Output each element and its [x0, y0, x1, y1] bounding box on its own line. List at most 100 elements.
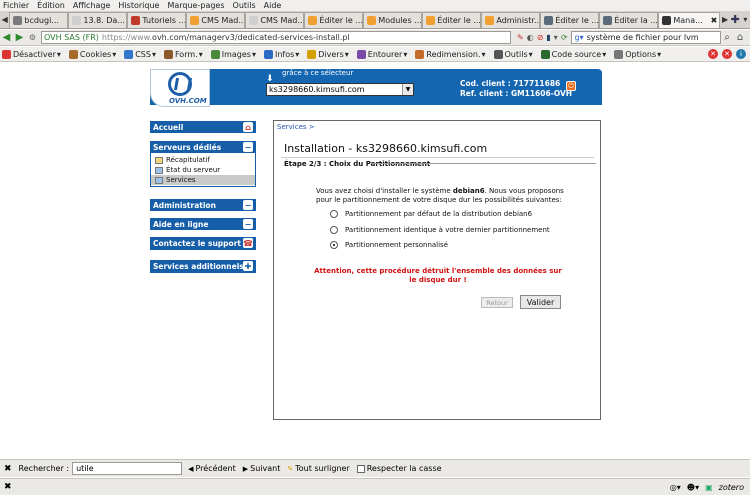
logout-icon[interactable]: ⏻: [566, 81, 576, 91]
sidebar-administration[interactable]: Administration −: [150, 199, 256, 211]
back-icon[interactable]: ◀: [0, 31, 13, 44]
sidebar-item-services[interactable]: Services: [151, 175, 255, 185]
tab-0[interactable]: bcdugi...: [9, 11, 69, 28]
reload-dropdown-icon[interactable]: ▾: [554, 33, 558, 42]
menu-affichage[interactable]: Affichage: [73, 1, 111, 10]
sidebar-item-label: Récapitulatif: [166, 156, 210, 164]
sidebar-aide-en-ligne[interactable]: Aide en ligne −: [150, 218, 256, 230]
retour-button[interactable]: Retour: [481, 297, 513, 308]
tab-4[interactable]: CMS Mad...: [245, 11, 305, 28]
option-identical[interactable]: Partitionnement identique à votre dernie…: [330, 226, 550, 234]
toolbar-info-icon[interactable]: i: [736, 49, 746, 59]
toolbar-item-9[interactable]: Outils ▾: [493, 49, 533, 59]
match-case-checkbox[interactable]: Respecter la casse: [356, 464, 442, 473]
menu-fichier[interactable]: Fichier: [3, 1, 29, 10]
warning-icon[interactable]: ✕: [722, 49, 732, 59]
forward-icon[interactable]: ▶: [13, 31, 26, 44]
find-next-button[interactable]: ▶ Suivant: [243, 464, 281, 473]
tab-list-icon[interactable]: ▾: [741, 12, 750, 28]
sidebar-accueil-label: Accueil: [153, 122, 184, 132]
sidebar-item-recapitulatif[interactable]: Récapitulatif: [151, 155, 255, 165]
tab-9[interactable]: Éditer le ...: [540, 11, 600, 28]
menu-aide[interactable]: Aide: [264, 1, 282, 10]
intro-os: debian6: [452, 187, 485, 195]
chevron-down-icon[interactable]: ▼: [402, 84, 413, 95]
toolbar-item-6[interactable]: Divers ▾: [307, 49, 349, 59]
toolbar-item-2[interactable]: CSS ▾: [124, 49, 156, 59]
tab-7[interactable]: Éditer le ...: [422, 11, 482, 28]
search-input[interactable]: système de fichier pour lvm: [587, 33, 699, 42]
site-info-icon[interactable]: ⚙: [26, 31, 39, 44]
sidebar-item-etat-du-serveur[interactable]: État du serveur: [151, 165, 255, 175]
search-box[interactable]: g▾ système de fichier pour lvm: [570, 31, 721, 44]
toolbar-item-7[interactable]: Entourer ▾: [356, 49, 407, 59]
zotero-label[interactable]: zotero: [719, 483, 744, 492]
collapse-icon[interactable]: −: [243, 142, 253, 152]
theme-icon[interactable]: ◐: [527, 33, 534, 42]
toolbar-item-5[interactable]: Infos ▾: [263, 49, 299, 59]
reload-icon[interactable]: ⟳: [561, 33, 568, 42]
highlight-all-button[interactable]: ✎ Tout surligner: [287, 464, 349, 473]
ovh-logo[interactable]: OVH.COM: [150, 69, 210, 107]
rss-icon[interactable]: ✎: [517, 33, 524, 42]
option-default[interactable]: Partitionnement par défaut de la distrib…: [330, 210, 532, 218]
tab-8[interactable]: Administr...: [481, 11, 541, 28]
toolbar-item-label: Outils: [504, 49, 528, 59]
tab-3[interactable]: CMS Mad...: [186, 11, 246, 28]
home-icon[interactable]: ⌂: [734, 31, 747, 44]
tab-6[interactable]: Modules ...: [363, 11, 423, 28]
find-input[interactable]: utile: [72, 462, 183, 475]
addon-status-icon[interactable]: ☻▾: [687, 483, 699, 492]
option-custom[interactable]: Partitionnement personnalisé: [330, 241, 448, 249]
toolbar-item-4[interactable]: Images ▾: [210, 49, 256, 59]
site-identity-badge[interactable]: OVH SAS (FR): [44, 33, 99, 42]
toolbar-item-1[interactable]: Cookies ▾: [68, 49, 116, 59]
breadcrumb[interactable]: Services >: [277, 123, 315, 131]
radio-default[interactable]: [330, 210, 338, 218]
search-engine-icon[interactable]: g▾: [575, 33, 584, 42]
flag-icon[interactable]: ▮: [546, 33, 550, 42]
address-bar[interactable]: OVH SAS (FR) https://www. ovh.com/manager…: [41, 31, 511, 44]
tab-10[interactable]: Éditer la ...: [599, 11, 659, 28]
menu-edition[interactable]: Édition: [37, 1, 65, 10]
network-icon[interactable]: ◎▾: [670, 483, 681, 492]
server-select[interactable]: ks3298660.kimsufi.com ▼: [266, 83, 414, 96]
selector-hint: grâce à ce sélecteur: [282, 69, 354, 77]
error-icon[interactable]: ✕: [708, 49, 718, 59]
tabs-scroll-right-icon[interactable]: ▶: [720, 12, 729, 28]
tab-11[interactable]: Mana... ✖: [658, 11, 721, 28]
tab-5[interactable]: Éditer le ...: [304, 11, 364, 28]
close-tab-icon[interactable]: ✖: [711, 16, 718, 25]
toolbar-item-8[interactable]: Redimension. ▾: [415, 49, 486, 59]
tab-1[interactable]: 13.8. Da...: [68, 11, 128, 28]
radio-identical[interactable]: [330, 226, 338, 234]
sidebar-services-additionnels[interactable]: Services additionnels ✚: [150, 260, 256, 273]
tab-label: Éditer le ...: [319, 15, 363, 25]
new-tab-icon[interactable]: ✚: [730, 13, 741, 26]
sidebar-contactez-support[interactable]: Contactez le support ☎: [150, 237, 256, 250]
sidebar-serveurs-dedies[interactable]: Serveurs dédiés −: [150, 141, 256, 153]
option-custom-label: Partitionnement personnalisé: [345, 241, 449, 249]
adblock-icon[interactable]: ⊘: [537, 33, 544, 42]
menu-historique[interactable]: Historique: [118, 1, 159, 10]
toolbar-item-11[interactable]: Options ▾: [614, 49, 661, 59]
toolbar-item-10[interactable]: Code source ▾: [540, 49, 606, 59]
expand-icon[interactable]: −: [243, 219, 253, 229]
checkbox[interactable]: [356, 464, 365, 473]
sidebar-accueil[interactable]: Accueil ⌂: [150, 121, 256, 133]
radio-custom[interactable]: [330, 241, 338, 249]
expand-icon[interactable]: −: [243, 200, 253, 210]
toolbar-item-3[interactable]: Form. ▾: [163, 49, 203, 59]
close-status-icon[interactable]: ✖: [4, 482, 12, 492]
menu-marque-pages[interactable]: Marque-pages: [167, 1, 224, 10]
toolbar-item-0[interactable]: Désactiver ▾: [2, 49, 61, 59]
valider-button[interactable]: Valider: [520, 295, 561, 309]
find-previous-button[interactable]: ◀ Précédent: [188, 464, 236, 473]
menu-outils[interactable]: Outils: [233, 1, 256, 10]
search-go-icon[interactable]: ⌕: [721, 31, 734, 44]
toolbar-item-icon: [210, 49, 220, 59]
tab-2[interactable]: Tutoriels ...: [127, 11, 187, 28]
page-status-icon[interactable]: ▣: [705, 483, 713, 492]
close-find-icon[interactable]: ✖: [4, 464, 12, 474]
tabs-scroll-left-icon[interactable]: ◀: [0, 12, 9, 28]
